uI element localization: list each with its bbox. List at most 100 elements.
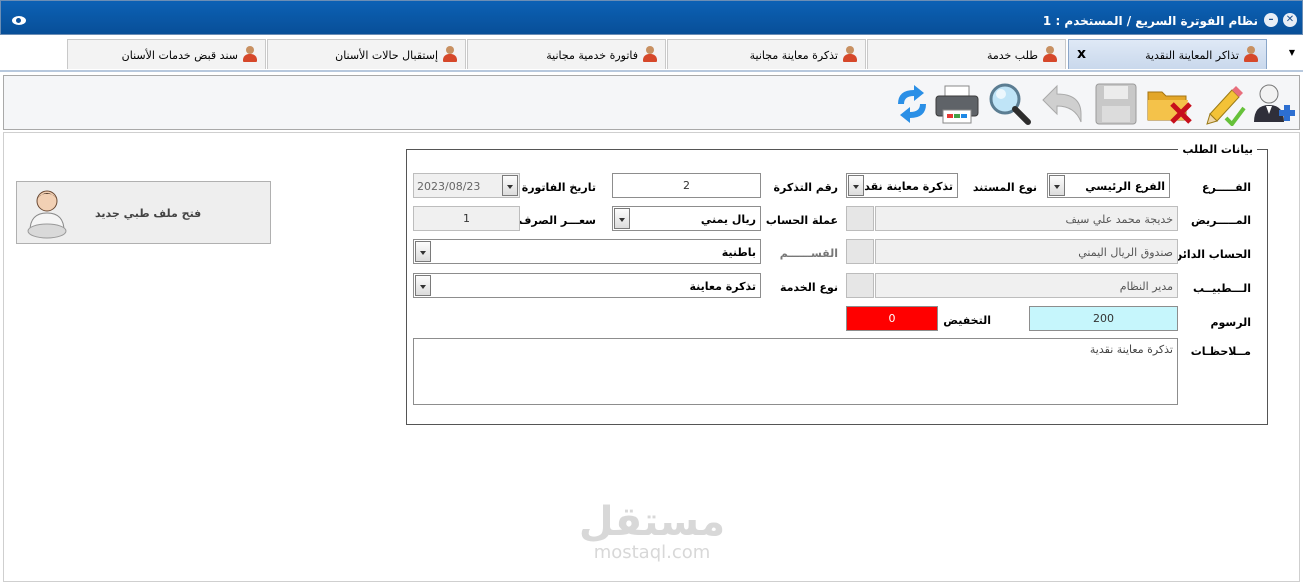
discount-label: التخفيض (943, 314, 991, 327)
print-button[interactable] (933, 82, 981, 126)
minimize-window-icon[interactable]: – (1264, 13, 1278, 27)
delete-button[interactable] (1146, 82, 1194, 126)
tab-label: إستقبال حالات الأسنان (335, 49, 438, 62)
invoice-date-picker[interactable]: 2023/08/23 (413, 173, 520, 198)
refresh-button[interactable] (888, 82, 936, 126)
doctor-label: الـــطبيــب (1192, 282, 1251, 295)
chevron-down-icon[interactable] (502, 175, 518, 196)
chevron-down-icon[interactable] (848, 175, 864, 196)
notes-value: تذكرة معاينة نقدية (1089, 343, 1173, 356)
user-icon (1043, 46, 1057, 63)
tab-label: طلب خدمة (986, 49, 1038, 62)
invoice-date-value: 2023/08/23 (417, 180, 481, 193)
chevron-down-icon[interactable] (1049, 175, 1065, 196)
exchange-rate-field: 1 (413, 206, 520, 231)
exchange-rate-value: 1 (463, 212, 470, 225)
tab-menu-icon[interactable]: ▼ (1289, 48, 1295, 57)
discount-input[interactable]: 0 (846, 306, 938, 331)
tab-label: سند قبض خدمات الأسنان (121, 49, 238, 62)
creditor-account-value: صندوق الريال اليمني (1078, 246, 1173, 259)
new-medical-file-label: فتح ملف طبي جديد (95, 207, 202, 220)
branch-label: الفـــــرع (1202, 181, 1251, 194)
undo-button[interactable] (1039, 82, 1087, 126)
tab-service-request[interactable]: طلب خدمة (867, 39, 1066, 69)
close-tab-icon[interactable]: x (1077, 46, 1086, 62)
tab-cash-tickets[interactable]: تذاكر المعاينة النقدية x (1068, 39, 1267, 69)
department-value: باطنية (721, 246, 756, 259)
chevron-down-icon[interactable] (415, 241, 431, 262)
tab-dental-receipt[interactable]: سند قبض خدمات الأسنان (67, 39, 266, 69)
patient-field: خديجة محمد علي سيف (875, 206, 1178, 231)
undo-icon (1042, 84, 1082, 123)
close-window-icon[interactable]: ✕ (1283, 13, 1297, 27)
request-data-legend: بيانات الطلب (1178, 143, 1257, 156)
request-data-group: بيانات الطلب الفـــــرع الفرع الرئيسي نو… (406, 143, 1268, 425)
user-icon (243, 46, 257, 63)
account-currency-select[interactable]: ريال يمني (612, 206, 761, 231)
notes-textarea[interactable]: تذكرة معاينة نقدية (413, 338, 1178, 405)
doc-type-value: تذكرة معاينة نقد (864, 180, 953, 193)
fees-input[interactable]: 200 (1029, 306, 1178, 331)
ticket-no-value: 2 (683, 179, 690, 192)
branch-select[interactable]: الفرع الرئيسي (1047, 173, 1170, 198)
account-currency-label: عملة الحساب (765, 214, 838, 227)
new-medical-file-button[interactable]: فتح ملف طبي جديد (16, 181, 271, 244)
toolbar (3, 75, 1300, 130)
user-icon (1244, 46, 1258, 63)
pencil-icon (1206, 86, 1246, 128)
search-button[interactable] (986, 82, 1034, 126)
branch-value: الفرع الرئيسي (1085, 180, 1165, 193)
tab-label: فاتورة خدمية مجانية (546, 49, 638, 62)
tab-strip: ▼ تذاكر المعاينة النقدية x طلب خدمة تذكر… (0, 35, 1303, 72)
watermark-arabic: مستقل (578, 499, 726, 545)
ticket-no-input[interactable]: 2 (612, 173, 761, 198)
watermark: مستقل mostaql.com (572, 500, 732, 562)
save-icon (1095, 83, 1137, 125)
patient-label: المـــــريض (1190, 214, 1251, 227)
tab-label: تذكرة معاينة مجانية (749, 49, 838, 62)
doctor-lookup-button[interactable] (846, 273, 874, 298)
notes-label: مــلاحظـات (1190, 345, 1251, 358)
creditor-lookup-button[interactable] (846, 239, 874, 264)
creditor-account-field: صندوق الريال اليمني (875, 239, 1178, 264)
window-titlebar: نظام الفوترة السريع / المستخدم : 1 ✕ – (0, 0, 1303, 35)
service-type-select[interactable]: تذكرة معاينة (413, 273, 761, 298)
discount-value: 0 (888, 312, 896, 325)
chevron-down-icon[interactable] (415, 275, 431, 296)
service-type-value: تذكرة معاينة (689, 280, 757, 293)
window-title: نظام الفوترة السريع / المستخدم : 1 (1042, 14, 1258, 28)
user-icon (443, 46, 457, 63)
user-icon (643, 46, 657, 63)
doctor-value: مدير النظام (1119, 280, 1173, 293)
tab-free-invoice[interactable]: فاتورة خدمية مجانية (467, 39, 666, 69)
service-type-label: نوع الخدمة (779, 281, 838, 294)
eye-icon[interactable] (12, 16, 26, 25)
watermark-latin: mostaql.com (593, 542, 711, 563)
invoice-date-label: تاريخ الفاتورة (521, 181, 596, 194)
creditor-account-label: الحساب الدائن (1172, 248, 1251, 261)
department-label: القســــــم (779, 247, 838, 260)
tab-free-ticket[interactable]: تذكرة معاينة مجانية (667, 39, 866, 69)
folder-delete-icon (1147, 91, 1192, 124)
patient-lookup-button[interactable] (846, 206, 874, 231)
edit-button[interactable] (1198, 82, 1246, 128)
ticket-no-label: رقم التذكرة (773, 181, 838, 194)
account-currency-value: ريال يمني (700, 213, 756, 226)
doctor-icon (27, 190, 67, 239)
user-icon (843, 46, 857, 63)
printer-icon (935, 85, 979, 124)
tab-dental-reception[interactable]: إستقبال حالات الأسنان (267, 39, 466, 69)
chevron-down-icon[interactable] (614, 208, 630, 229)
department-select[interactable]: باطنية (413, 239, 761, 264)
patient-value: خديجة محمد علي سيف (1065, 213, 1173, 226)
doc-type-select[interactable]: تذكرة معاينة نقد (846, 173, 958, 198)
tab-label: تذاكر المعاينة النقدية (1145, 49, 1239, 62)
save-button[interactable] (1092, 82, 1140, 126)
search-icon (989, 83, 1031, 125)
add-user-button[interactable] (1249, 82, 1297, 126)
refresh-icon (898, 85, 926, 123)
doctor-field: مدير النظام (875, 273, 1178, 298)
exchange-rate-label: سعـــر الصرف (518, 214, 596, 227)
doc-type-label: نوع المستند (972, 181, 1037, 194)
fees-label: الرسوم (1210, 316, 1251, 329)
